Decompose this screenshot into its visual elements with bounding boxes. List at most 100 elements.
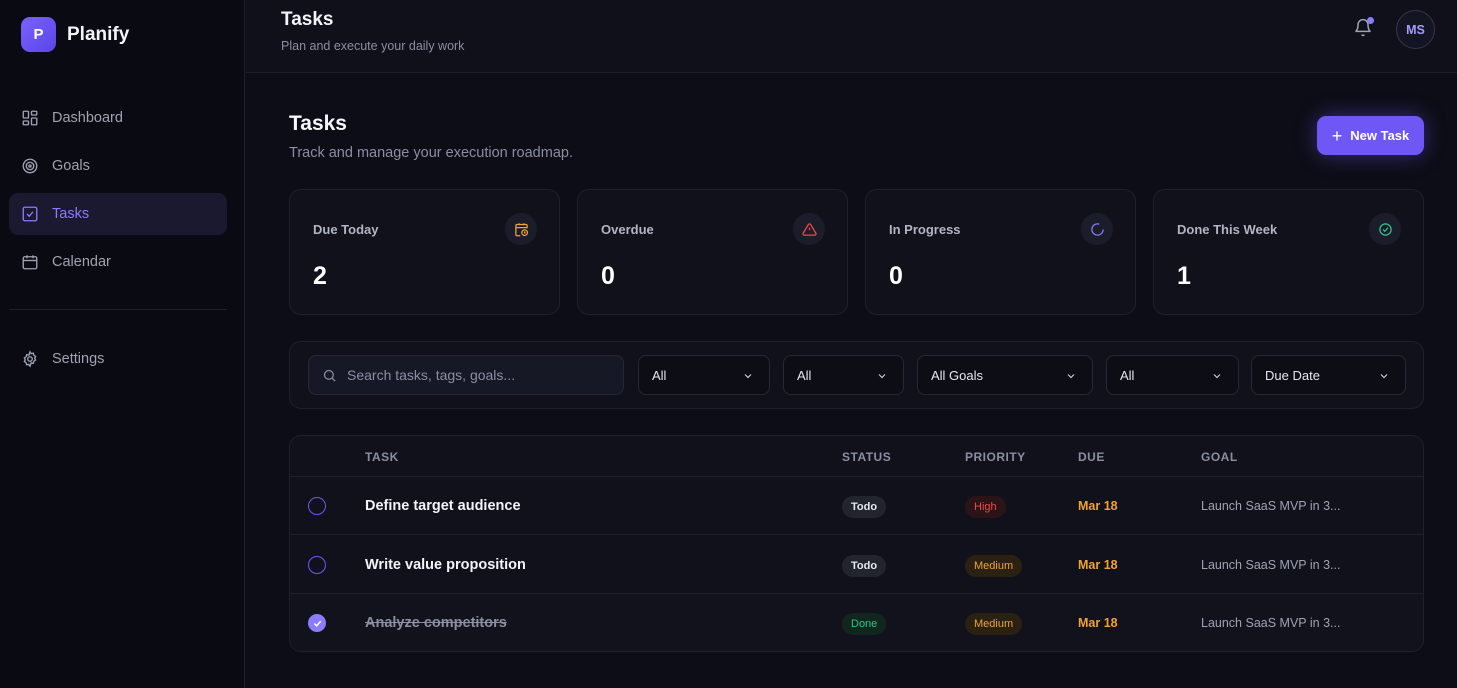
column-header-status[interactable]: STATUS: [842, 450, 891, 464]
column-header-task[interactable]: TASK: [365, 450, 399, 464]
status-badge: Todo: [842, 496, 887, 518]
task-checkbox[interactable]: [308, 497, 326, 515]
page-subtitle: Track and manage your execution roadmap.: [289, 145, 573, 161]
search-icon: [323, 369, 336, 382]
sidebar-nav: Dashboard Goals Tasks Calendar: [9, 97, 227, 289]
select-value: All: [1120, 367, 1135, 383]
brand-name: Planify: [67, 23, 130, 45]
stat-value: 0: [889, 262, 903, 290]
due-filter-select[interactable]: All: [1106, 355, 1239, 395]
goal-name: Launch SaaS MVP in 3...: [1201, 499, 1341, 513]
plus-icon: +: [1331, 125, 1343, 146]
priority-badge: Medium: [965, 555, 1023, 577]
tasks-table: TASK STATUS PRIORITY DUE GOAL Define tar…: [289, 435, 1424, 652]
stat-label: In Progress: [889, 222, 961, 237]
goal-name: Launch SaaS MVP in 3...: [1201, 558, 1341, 572]
sidebar-item-calendar[interactable]: Calendar: [9, 241, 227, 283]
task-name[interactable]: Write value proposition: [365, 557, 526, 573]
checkbox-icon: [22, 206, 38, 222]
brand-logo: P: [21, 17, 56, 52]
stat-value: 0: [601, 262, 615, 290]
due-date: Mar 18: [1078, 616, 1118, 630]
column-header-goal[interactable]: GOAL: [1201, 450, 1238, 464]
sidebar-item-label: Goals: [52, 158, 90, 174]
select-value: All: [797, 367, 812, 383]
check-circle-icon: [1378, 222, 1392, 236]
chevron-down-icon: [1067, 374, 1075, 379]
sidebar-settings: Settings: [9, 338, 227, 386]
chevron-down-icon: [744, 374, 752, 379]
stat-label: Done This Week: [1177, 222, 1278, 237]
sidebar-item-label: Tasks: [52, 206, 90, 222]
due-date: Mar 18: [1078, 499, 1118, 513]
sidebar-item-settings[interactable]: Settings: [9, 338, 227, 380]
goal-filter-select[interactable]: All Goals: [917, 355, 1093, 395]
chevron-down-icon: [1380, 374, 1388, 379]
stat-label: Due Today: [313, 222, 379, 237]
stat-card-in-progress: In Progress 0: [865, 189, 1136, 315]
sidebar-item-dashboard[interactable]: Dashboard: [9, 97, 227, 139]
select-value: All Goals: [931, 367, 984, 383]
sidebar-item-tasks[interactable]: Tasks: [9, 193, 227, 235]
table-row[interactable]: Analyze competitors Done Medium Mar 18 L…: [290, 594, 1423, 651]
new-task-button[interactable]: + New Task: [1317, 116, 1424, 155]
task-checkbox[interactable]: [308, 614, 326, 632]
table-header: TASK STATUS PRIORITY DUE GOAL: [290, 436, 1423, 477]
new-task-label: New Task: [1350, 128, 1410, 143]
check-icon: [313, 620, 321, 627]
priority-badge: Medium: [965, 613, 1023, 635]
calendar-icon: [22, 255, 38, 270]
stat-value: 2: [313, 262, 327, 290]
column-header-due[interactable]: DUE: [1078, 450, 1105, 464]
table-row[interactable]: Write value proposition Todo Medium Mar …: [290, 536, 1423, 594]
brand[interactable]: P Planify: [21, 17, 129, 52]
sort-select[interactable]: Due Date: [1251, 355, 1406, 395]
avatar[interactable]: MS: [1396, 10, 1435, 49]
top-header: Tasks Plan and execute your daily work M…: [246, 0, 1457, 73]
header-title: Tasks: [281, 9, 334, 30]
stat-value: 1: [1177, 262, 1191, 290]
stat-icon-wrap: [505, 213, 537, 245]
warning-triangle-icon: [801, 222, 817, 236]
notification-dot: [1367, 17, 1374, 24]
sidebar-item-label: Settings: [52, 351, 105, 367]
stat-card-due-today: Due Today 2: [289, 189, 560, 315]
priority-filter-select[interactable]: All: [783, 355, 904, 395]
search-box[interactable]: [308, 355, 624, 395]
select-value: All: [652, 367, 667, 383]
status-badge: Done: [842, 613, 887, 635]
filter-bar: All All All Goals All Due Date: [289, 341, 1424, 409]
chevron-down-icon: [1213, 374, 1221, 379]
task-checkbox[interactable]: [308, 556, 326, 574]
select-value: Due Date: [1265, 367, 1320, 383]
sidebar-divider: [9, 309, 227, 310]
chevron-down-icon: [878, 374, 886, 379]
goal-name: Launch SaaS MVP in 3...: [1201, 616, 1341, 630]
stat-icon-wrap: [1081, 213, 1113, 245]
priority-badge: High: [965, 496, 1006, 518]
task-name[interactable]: Define target audience: [365, 498, 521, 514]
column-header-priority[interactable]: PRIORITY: [965, 450, 1026, 464]
spinner-icon: [1090, 222, 1104, 236]
task-name[interactable]: Analyze competitors: [365, 615, 507, 631]
stat-icon-wrap: [793, 213, 825, 245]
stat-card-done-this-week: Done This Week 1: [1153, 189, 1424, 315]
header-subtitle: Plan and execute your daily work: [281, 39, 465, 53]
sidebar: P Planify Dashboard Goals Tasks Calendar…: [0, 0, 245, 688]
table-row[interactable]: Define target audience Todo High Mar 18 …: [290, 477, 1423, 535]
sidebar-item-label: Calendar: [52, 254, 111, 270]
stat-label: Overdue: [601, 222, 654, 237]
sidebar-item-goals[interactable]: Goals: [9, 145, 227, 187]
stat-card-overdue: Overdue 0: [577, 189, 848, 315]
status-badge: Todo: [842, 555, 887, 577]
page-title: Tasks: [289, 112, 347, 135]
search-input[interactable]: [347, 356, 617, 394]
sidebar-item-label: Dashboard: [52, 110, 123, 126]
stat-icon-wrap: [1369, 213, 1401, 245]
due-date: Mar 18: [1078, 558, 1118, 572]
target-icon: [22, 158, 38, 174]
calendar-clock-icon: [514, 222, 528, 236]
status-filter-select[interactable]: All: [638, 355, 770, 395]
grid-icon: [22, 110, 38, 126]
gear-icon: [23, 350, 37, 368]
